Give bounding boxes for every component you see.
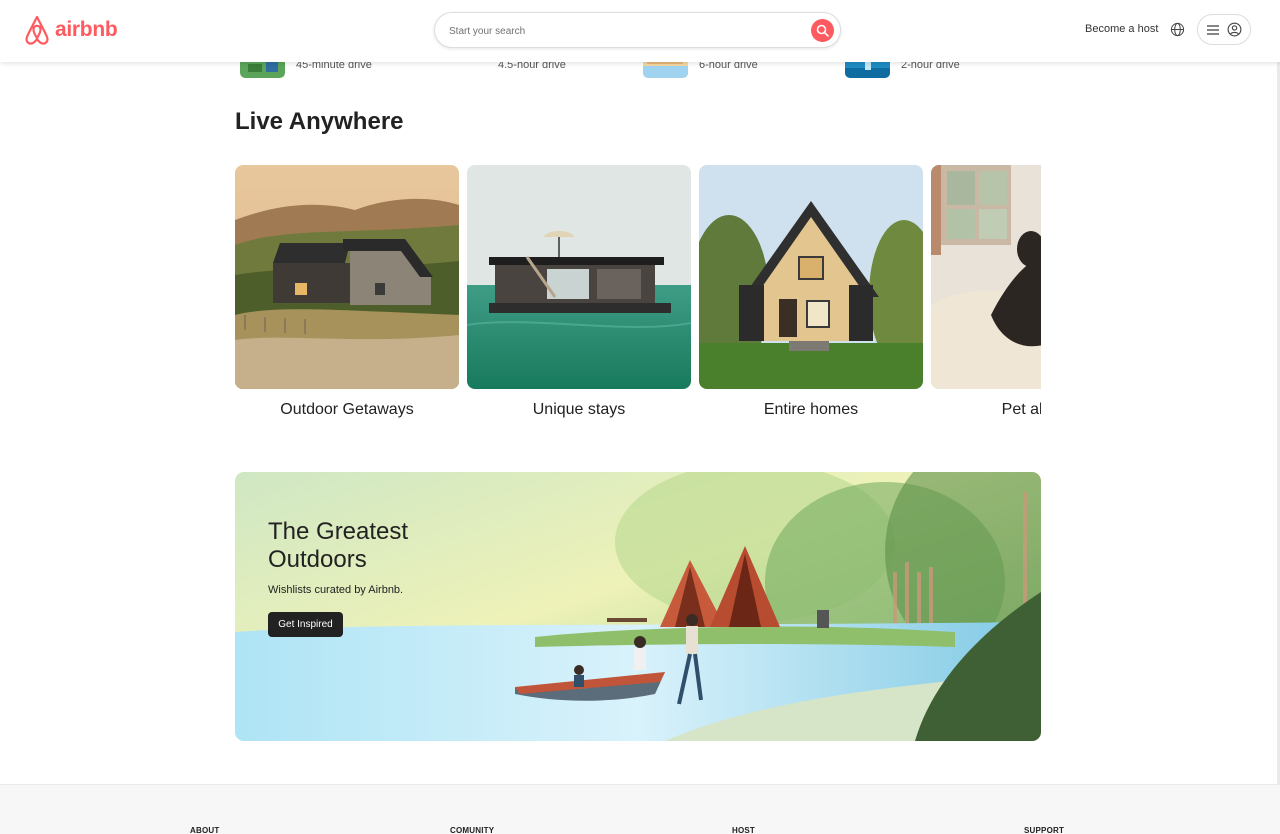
card-label: Unique stays bbox=[532, 401, 626, 418]
become-host-link[interactable]: Become a host bbox=[1085, 23, 1158, 35]
search-button[interactable] bbox=[811, 19, 834, 42]
card-image bbox=[467, 165, 691, 389]
promo-banner: The Greatest Outdoors Wishlists curated … bbox=[235, 472, 1041, 741]
globe-icon[interactable] bbox=[1170, 22, 1185, 37]
card-image bbox=[235, 165, 459, 389]
hamburger-icon bbox=[1206, 24, 1219, 35]
banner-title: The Greatest Outdoors bbox=[268, 518, 409, 573]
user-icon bbox=[1227, 22, 1241, 37]
logo-text: airbnb bbox=[55, 18, 118, 41]
footer: ABOUT COMUNITY HOST SUPPORT bbox=[0, 784, 1280, 834]
user-menu-button[interactable] bbox=[1197, 14, 1251, 45]
card-label: Entire homes bbox=[763, 401, 859, 418]
category-card-outdoor-getaways[interactable]: Outdoor Getaways bbox=[235, 165, 459, 419]
category-card-pet-allowed[interactable]: Pet allowed bbox=[931, 165, 1041, 419]
category-card-entire-homes[interactable]: Entire homes bbox=[699, 165, 923, 419]
footer-heading-community: COMUNITY bbox=[450, 826, 495, 834]
footer-heading-about: ABOUT bbox=[190, 826, 220, 834]
card-image bbox=[699, 165, 923, 389]
card-label: Outdoor Getaways bbox=[280, 401, 414, 418]
footer-heading-support: SUPPORT bbox=[1024, 826, 1065, 834]
card-image bbox=[931, 165, 1041, 389]
search-bar[interactable] bbox=[434, 12, 841, 48]
search-icon bbox=[816, 24, 829, 37]
airbnb-logo[interactable]: airbnb bbox=[24, 15, 118, 45]
category-carousel: Outdoor Getaways Unique stays Entire hom… bbox=[235, 165, 1041, 425]
airbnb-logo-icon bbox=[25, 15, 49, 45]
category-card-unique-stays[interactable]: Unique stays bbox=[467, 165, 691, 419]
footer-heading-host: HOST bbox=[732, 826, 756, 834]
get-inspired-button[interactable]: Get Inspired bbox=[268, 612, 343, 637]
card-label: Pet allowed bbox=[1001, 401, 1041, 418]
section-title: Live Anywhere bbox=[235, 108, 404, 135]
banner-subtitle: Wishlists curated by Airbnb. bbox=[268, 584, 404, 596]
search-input[interactable] bbox=[449, 22, 789, 40]
banner-illustration bbox=[235, 472, 1041, 741]
top-navbar: airbnb Become a host bbox=[0, 0, 1280, 62]
